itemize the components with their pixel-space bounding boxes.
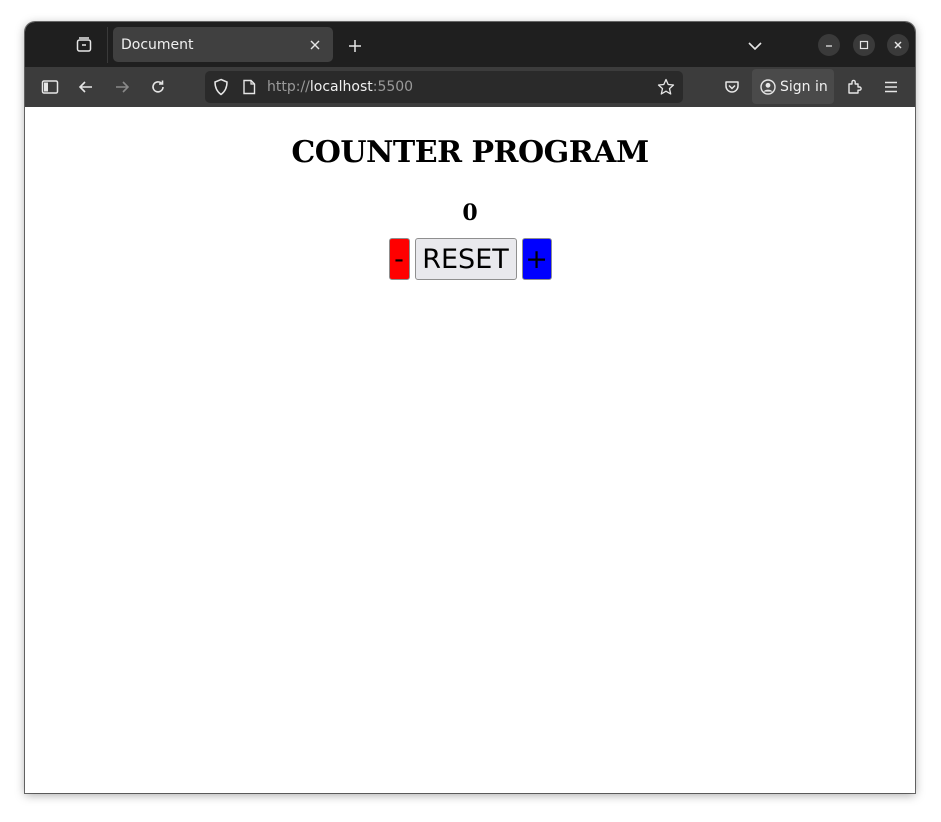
sign-in-button[interactable]: Sign in xyxy=(752,69,834,104)
tab-title: Document xyxy=(121,36,194,53)
counter-buttons: - RESET + xyxy=(25,238,915,280)
navigation-toolbar: http://localhost:5500 Sign in xyxy=(25,67,915,107)
arrow-right-icon[interactable] xyxy=(109,74,135,100)
pocket-icon[interactable] xyxy=(719,74,745,100)
tab-overview-icon[interactable] xyxy=(73,34,95,56)
window-close-icon[interactable] xyxy=(887,34,909,56)
shield-icon[interactable] xyxy=(213,78,229,96)
arrow-left-icon[interactable] xyxy=(73,74,99,100)
close-icon[interactable] xyxy=(303,33,327,57)
tab-strip-divider xyxy=(107,27,108,63)
decrement-button[interactable]: - xyxy=(388,238,410,280)
maximize-icon[interactable] xyxy=(853,34,875,56)
tab-strip: Document xyxy=(25,22,915,67)
page-icon[interactable] xyxy=(242,79,256,95)
star-icon[interactable] xyxy=(657,78,675,96)
browser-window: Document http://localhost:5500 Sign in C… xyxy=(25,22,915,793)
url-bar[interactable]: http://localhost:5500 xyxy=(205,71,683,103)
hamburger-menu-icon[interactable] xyxy=(878,74,904,100)
sign-in-label: Sign in xyxy=(780,78,828,95)
tab-document[interactable]: Document xyxy=(113,27,333,62)
url-host: localhost xyxy=(309,79,373,95)
plus-icon[interactable] xyxy=(343,34,367,58)
reload-icon[interactable] xyxy=(145,74,171,100)
url-port: :5500 xyxy=(372,79,414,95)
page-title: COUNTER PROGRAM xyxy=(291,135,649,170)
url-text[interactable]: http://localhost:5500 xyxy=(267,79,413,95)
url-scheme: http:// xyxy=(267,79,310,95)
increment-button[interactable]: + xyxy=(521,238,552,280)
puzzle-icon[interactable] xyxy=(842,74,868,100)
page-content: COUNTER PROGRAM 0 - RESET + xyxy=(25,107,915,793)
sidebar-icon[interactable] xyxy=(37,74,63,100)
counter-value: 0 xyxy=(462,200,478,226)
chevron-down-icon[interactable] xyxy=(743,34,767,58)
account-icon xyxy=(760,78,776,95)
reset-button[interactable]: RESET xyxy=(414,238,517,280)
minimize-icon[interactable] xyxy=(818,34,840,56)
